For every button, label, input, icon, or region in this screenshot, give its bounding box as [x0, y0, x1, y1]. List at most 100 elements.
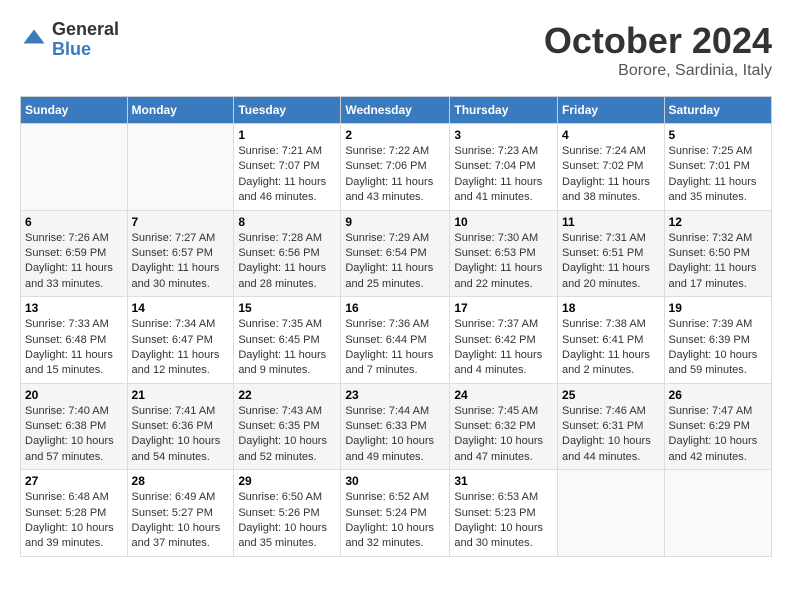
logo-general: General: [52, 20, 119, 40]
day-info: Sunrise: 7:45 AMSunset: 6:32 PMDaylight:…: [454, 404, 553, 466]
daylight-text: Daylight: 11 hours and 25 minutes.: [345, 261, 445, 292]
sunrise-text: Sunrise: 6:52 AM: [345, 490, 445, 505]
sunrise-text: Sunrise: 7:28 AM: [238, 231, 336, 246]
calendar-cell: 18Sunrise: 7:38 AMSunset: 6:41 PMDayligh…: [558, 297, 665, 384]
calendar-cell: 6Sunrise: 7:26 AMSunset: 6:59 PMDaylight…: [21, 210, 128, 297]
day-info: Sunrise: 7:47 AMSunset: 6:29 PMDaylight:…: [669, 404, 767, 466]
daylight-text: Daylight: 11 hours and 20 minutes.: [562, 261, 660, 292]
sunrise-text: Sunrise: 7:31 AM: [562, 231, 660, 246]
day-number: 27: [25, 474, 123, 488]
day-number: 21: [132, 388, 230, 402]
sunset-text: Sunset: 6:47 PM: [132, 333, 230, 348]
header-wednesday: Wednesday: [341, 97, 450, 124]
sunset-text: Sunset: 6:31 PM: [562, 419, 660, 434]
day-number: 30: [345, 474, 445, 488]
sunrise-text: Sunrise: 6:53 AM: [454, 490, 553, 505]
sunset-text: Sunset: 6:33 PM: [345, 419, 445, 434]
day-info: Sunrise: 7:29 AMSunset: 6:54 PMDaylight:…: [345, 231, 445, 293]
calendar-cell: 12 Sunrise: 7:32 AMSunset: 6:50 PMDayligh…: [664, 210, 771, 297]
daylight-text: Daylight: 11 hours and 30 minutes.: [132, 261, 230, 292]
calendar-cell: 27Sunrise: 6:48 AMSunset: 5:28 PMDayligh…: [21, 470, 128, 557]
calendar-cell: [558, 470, 665, 557]
calendar-cell: 3Sunrise: 7:23 AMSunset: 7:04 PMDaylight…: [450, 124, 558, 211]
day-info: Sunrise: 7:32 AMSunset: 6:50 PMDaylight:…: [669, 231, 767, 293]
day-info: Sunrise: 7:33 AMSunset: 6:48 PMDaylight:…: [25, 317, 123, 379]
day-number: 23: [345, 388, 445, 402]
sunrise-text: Sunrise: 7:34 AM: [132, 317, 230, 332]
calendar-cell: 5Sunrise: 7:25 AMSunset: 7:01 PMDaylight…: [664, 124, 771, 211]
calendar-header-row: SundayMondayTuesdayWednesdayThursdayFrid…: [21, 97, 772, 124]
sunrise-text: Sunrise: 7:32 AM: [669, 231, 767, 246]
day-info: Sunrise: 6:53 AMSunset: 5:23 PMDaylight:…: [454, 490, 553, 552]
daylight-text: Daylight: 10 hours and 35 minutes.: [238, 521, 336, 552]
calendar-cell: 21Sunrise: 7:41 AMSunset: 6:36 PMDayligh…: [127, 383, 234, 470]
sunrise-text: Sunrise: 7:27 AM: [132, 231, 230, 246]
sunrise-text: Sunrise: 7:24 AM: [562, 144, 660, 159]
sunrise-text: Sunrise: 6:48 AM: [25, 490, 123, 505]
day-info: Sunrise: 7:24 AMSunset: 7:02 PMDaylight:…: [562, 144, 660, 206]
day-number: 14: [132, 301, 230, 315]
sunrise-text: Sunrise: 7:23 AM: [454, 144, 553, 159]
daylight-text: Daylight: 11 hours and 33 minutes.: [25, 261, 123, 292]
sunset-text: Sunset: 5:28 PM: [25, 506, 123, 521]
calendar-cell: 23Sunrise: 7:44 AMSunset: 6:33 PMDayligh…: [341, 383, 450, 470]
sunset-text: Sunset: 6:54 PM: [345, 246, 445, 261]
sunset-text: Sunset: 6:59 PM: [25, 246, 123, 261]
calendar-cell: 24Sunrise: 7:45 AMSunset: 6:32 PMDayligh…: [450, 383, 558, 470]
sunrise-text: Sunrise: 7:40 AM: [25, 404, 123, 419]
calendar-cell: 9Sunrise: 7:29 AMSunset: 6:54 PMDaylight…: [341, 210, 450, 297]
daylight-text: Daylight: 11 hours and 15 minutes.: [25, 348, 123, 379]
day-info: Sunrise: 7:31 AMSunset: 6:51 PMDaylight:…: [562, 231, 660, 293]
sunrise-text: Sunrise: 7:43 AM: [238, 404, 336, 419]
sunrise-text: Sunrise: 7:21 AM: [238, 144, 336, 159]
sunset-text: Sunset: 6:53 PM: [454, 246, 553, 261]
calendar-cell: 28Sunrise: 6:49 AMSunset: 5:27 PMDayligh…: [127, 470, 234, 557]
sunset-text: Sunset: 6:57 PM: [132, 246, 230, 261]
day-info: Sunrise: 7:35 AMSunset: 6:45 PMDaylight:…: [238, 317, 336, 379]
day-info: Sunrise: 7:40 AMSunset: 6:38 PMDaylight:…: [25, 404, 123, 466]
sunrise-text: Sunrise: 7:39 AM: [669, 317, 767, 332]
daylight-text: Daylight: 11 hours and 9 minutes.: [238, 348, 336, 379]
location: Borore, Sardinia, Italy: [544, 62, 772, 80]
day-number: 26: [669, 388, 767, 402]
sunset-text: Sunset: 7:01 PM: [669, 159, 767, 174]
calendar-cell: 13Sunrise: 7:33 AMSunset: 6:48 PMDayligh…: [21, 297, 128, 384]
sunset-text: Sunset: 6:45 PM: [238, 333, 336, 348]
week-row-2: 6Sunrise: 7:26 AMSunset: 6:59 PMDaylight…: [21, 210, 772, 297]
daylight-text: Daylight: 11 hours and 17 minutes.: [669, 261, 767, 292]
calendar-table: SundayMondayTuesdayWednesdayThursdayFrid…: [20, 96, 772, 557]
calendar-cell: 30Sunrise: 6:52 AMSunset: 5:24 PMDayligh…: [341, 470, 450, 557]
sunrise-text: Sunrise: 7:29 AM: [345, 231, 445, 246]
daylight-text: Daylight: 10 hours and 44 minutes.: [562, 434, 660, 465]
calendar-cell: 11Sunrise: 7:31 AMSunset: 6:51 PMDayligh…: [558, 210, 665, 297]
day-number: 15: [238, 301, 336, 315]
sunrise-text: Sunrise: 7:38 AM: [562, 317, 660, 332]
header-monday: Monday: [127, 97, 234, 124]
sunrise-text: Sunrise: 7:25 AM: [669, 144, 767, 159]
daylight-text: Daylight: 11 hours and 43 minutes.: [345, 175, 445, 206]
month-title: October 2024: [544, 20, 772, 62]
sunset-text: Sunset: 5:27 PM: [132, 506, 230, 521]
day-number: 7: [132, 215, 230, 229]
day-info: Sunrise: 7:36 AMSunset: 6:44 PMDaylight:…: [345, 317, 445, 379]
header-tuesday: Tuesday: [234, 97, 341, 124]
sunset-text: Sunset: 6:51 PM: [562, 246, 660, 261]
sunset-text: Sunset: 6:50 PM: [669, 246, 767, 261]
calendar-cell: 8Sunrise: 7:28 AMSunset: 6:56 PMDaylight…: [234, 210, 341, 297]
daylight-text: Daylight: 10 hours and 37 minutes.: [132, 521, 230, 552]
daylight-text: Daylight: 11 hours and 46 minutes.: [238, 175, 336, 206]
logo-text: General Blue: [52, 20, 119, 60]
sunrise-text: Sunrise: 7:33 AM: [25, 317, 123, 332]
logo-icon: [20, 26, 48, 54]
daylight-text: Daylight: 10 hours and 59 minutes.: [669, 348, 767, 379]
daylight-text: Daylight: 10 hours and 49 minutes.: [345, 434, 445, 465]
day-number: 2: [345, 128, 445, 142]
sunrise-text: Sunrise: 7:45 AM: [454, 404, 553, 419]
daylight-text: Daylight: 10 hours and 42 minutes.: [669, 434, 767, 465]
week-row-1: 1Sunrise: 7:21 AMSunset: 7:07 PMDaylight…: [21, 124, 772, 211]
sunrise-text: Sunrise: 6:50 AM: [238, 490, 336, 505]
day-info: Sunrise: 7:30 AMSunset: 6:53 PMDaylight:…: [454, 231, 553, 293]
daylight-text: Daylight: 11 hours and 12 minutes.: [132, 348, 230, 379]
sunset-text: Sunset: 6:39 PM: [669, 333, 767, 348]
day-number: 12: [669, 215, 767, 229]
